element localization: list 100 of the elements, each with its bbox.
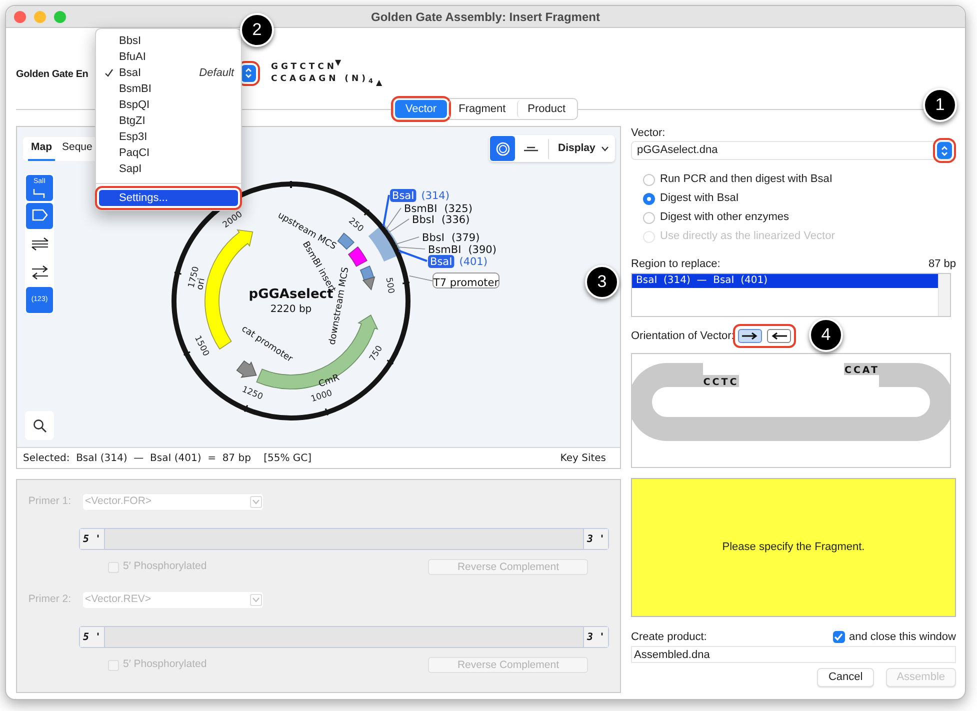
region-length: 87 bp — [928, 257, 956, 271]
selected-region-arc — [368, 223, 402, 262]
scrollbar-track — [938, 274, 950, 316]
site-enzyme-label: BbsI — [422, 232, 444, 244]
field-label: Orientation of Vector: — [631, 328, 734, 344]
menu-item-label: BsmBI — [119, 82, 152, 97]
selected-site-badge: BsaI — [390, 189, 416, 202]
tab[interactable]: Fragment — [448, 100, 516, 118]
recognition-sequence: GGTCTCN — [271, 62, 337, 73]
vector-select[interactable]: pGGAselect.dna — [631, 141, 956, 160]
site-position-label: (314) — [421, 190, 450, 202]
menu-item-label: BspQI — [119, 98, 150, 113]
five-prime-label: 5 ' — [80, 627, 105, 647]
menu-item[interactable]: BsmBI — [99, 81, 238, 97]
leader-line — [395, 236, 420, 245]
linear-map-icon — [522, 146, 538, 152]
radio-option[interactable]: Run PCR and then digest with BsaI — [643, 170, 956, 189]
menu-item-label: SapI — [119, 162, 142, 177]
feature-arrow — [362, 276, 376, 291]
field-label: Region to replace: — [631, 257, 720, 271]
field-label: Primer 1: — [28, 494, 71, 510]
orientation-button[interactable] — [767, 329, 792, 343]
tick-mark — [174, 272, 182, 275]
selection-status: Selected: BsaI (314) — BsaI (401) = 87 bp [55% GC] — [23, 452, 312, 466]
tick-mark — [244, 404, 248, 412]
feature-block — [360, 266, 374, 280]
menu-item[interactable]: BfuAI — [99, 49, 238, 65]
left-arrow-icon — [769, 331, 790, 341]
site-enzyme-label: BsmBI — [428, 244, 462, 256]
tick-mark — [324, 408, 328, 416]
menu-item[interactable]: BtgZI — [99, 113, 238, 129]
site-position-label: (401) — [459, 256, 488, 268]
checkmark-icon — [834, 633, 844, 641]
menu-item[interactable]: BspQI — [99, 97, 238, 113]
circular-map-icon — [494, 140, 510, 156]
menu-item-label: Esp3I — [119, 130, 148, 145]
feature-label: CmR — [317, 373, 341, 390]
leader-line — [408, 275, 434, 282]
field-label: Primer 2: — [28, 592, 71, 608]
menu-item[interactable]: SapI — [99, 161, 238, 177]
radio-option[interactable]: Digest with BsaI — [643, 189, 956, 208]
chevron-down-icon — [601, 146, 610, 152]
overhang-end: CCAT — [844, 363, 880, 376]
menu-item-note: Default — [199, 66, 234, 81]
vector-stepper-button[interactable] — [937, 142, 952, 159]
menu-item[interactable]: BbsI — [99, 33, 238, 49]
site-position-label: (325) — [444, 203, 472, 215]
site-position-label: (390) — [468, 244, 496, 256]
menu-item-label: BsaI — [119, 66, 142, 81]
tick-label: 1250 — [240, 384, 264, 402]
display-menu-button[interactable]: Display — [552, 136, 616, 161]
menu-item[interactable]: BsaI Default — [99, 65, 238, 81]
menu-item[interactable]: Esp3I — [99, 129, 238, 145]
tab[interactable]: Vector — [395, 100, 447, 118]
field-label: Golden Gate En — [16, 69, 88, 80]
view-tab[interactable]: Seque — [59, 137, 96, 161]
tick-mark — [364, 209, 370, 216]
feature-block — [348, 246, 368, 267]
site-position-label: (336) — [441, 214, 470, 226]
zoom-button[interactable] — [25, 411, 54, 440]
orientation-button[interactable] — [738, 329, 762, 343]
menu-item-label: BfuAI — [119, 50, 146, 65]
menu-item[interactable]: Settings... — [99, 190, 238, 206]
cut-site-marker: ▲ — [376, 77, 382, 89]
feature-label-tag: T7 promoter — [432, 272, 500, 289]
menu-item-label: BbsI — [119, 34, 142, 49]
selected-site-badge: BsaI — [428, 255, 454, 268]
dialog-button[interactable]: Cancel — [817, 668, 874, 687]
chevron-down-icon — [252, 499, 260, 505]
field-label: Create product: — [631, 630, 707, 645]
checkmark-icon — [104, 68, 114, 78]
three-prime-label: 3 ' — [583, 529, 608, 549]
enzyme-stepper-button[interactable] — [241, 64, 256, 82]
tick-mark — [402, 282, 410, 284]
menu-item-label: PaqCI — [119, 146, 150, 161]
tick-label: 1500 — [192, 334, 211, 358]
strands-icon — [30, 236, 50, 252]
site-enzyme-label: BbsI — [412, 214, 434, 226]
up-down-chevron-icon — [244, 67, 253, 79]
field-label: Vector: — [631, 126, 666, 140]
tab[interactable]: Product — [516, 100, 576, 118]
menu-item[interactable]: PaqCI — [99, 145, 238, 161]
product-name-field[interactable]: Assembled.dna — [631, 646, 956, 663]
search-icon — [32, 418, 46, 432]
checkbox[interactable]: and close this window — [832, 628, 956, 646]
key-sites-label: Key Sites — [560, 452, 606, 466]
menu-item-label: Settings... — [119, 190, 168, 206]
overhang-end: CCTC — [703, 375, 739, 388]
site-position-label: (379) — [451, 232, 480, 244]
up-down-chevron-icon — [940, 144, 949, 156]
list-row[interactable]: BsaI (314) — BsaI (401) — [632, 274, 938, 288]
feature-block — [337, 232, 354, 250]
menu-item-label: BtgZI — [119, 114, 146, 129]
cut-site-marker: ▼ — [335, 57, 342, 69]
tick-label: 1000 — [310, 388, 334, 405]
radio-option[interactable]: Digest with other enzymes — [643, 208, 956, 227]
feature-label: ori — [196, 277, 208, 291]
opposite-arrows-icon — [30, 264, 50, 280]
message-text: Please specify the Fragment. — [722, 540, 865, 556]
view-tab[interactable]: Map — [28, 137, 55, 161]
